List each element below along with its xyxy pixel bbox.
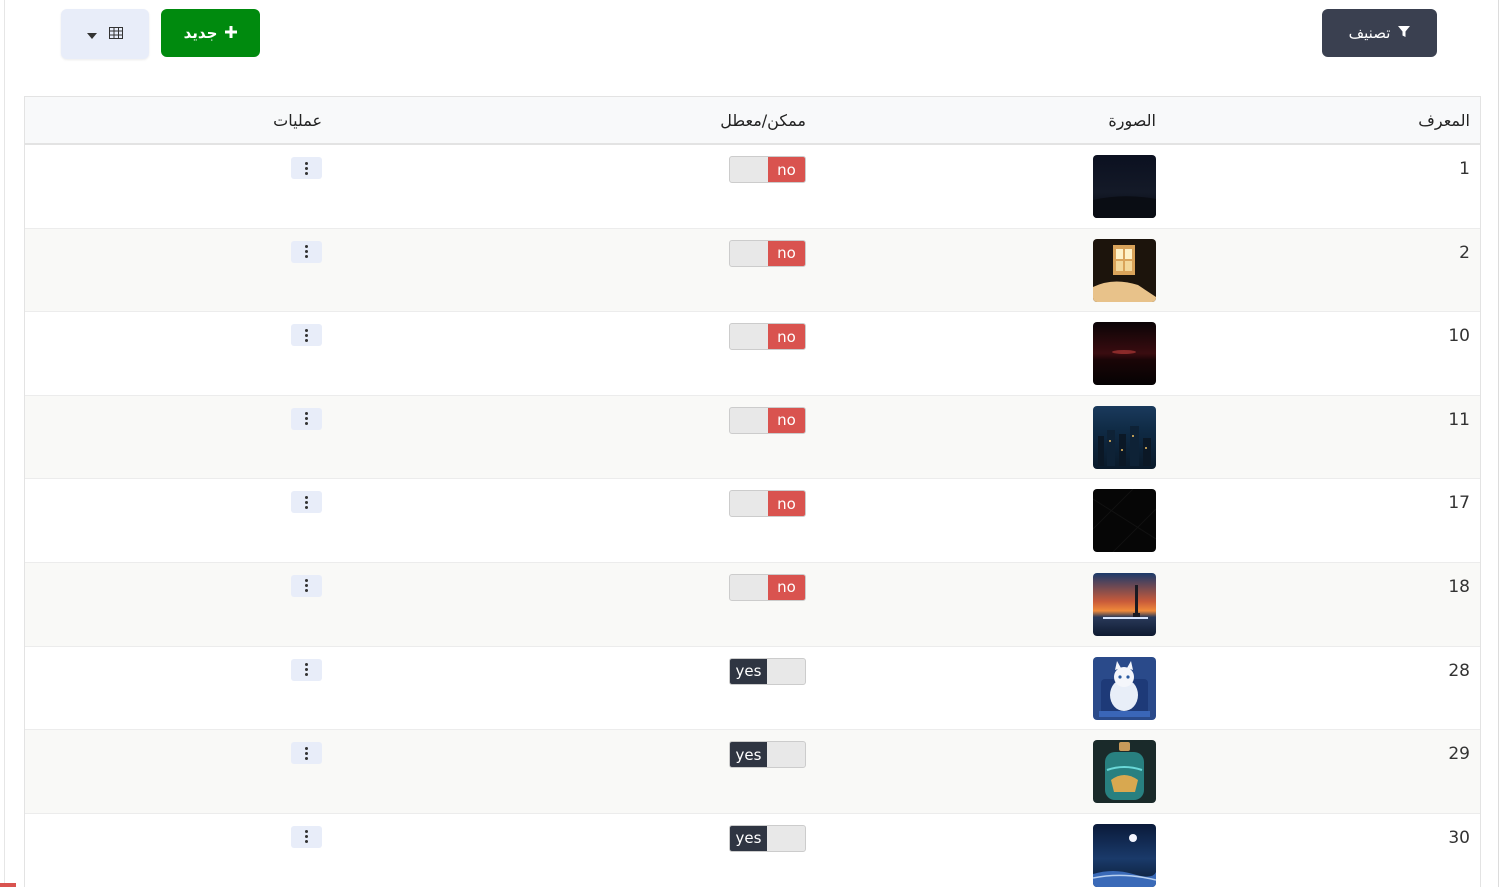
table-row: 1 no xyxy=(25,145,1480,229)
vertical-dots-icon xyxy=(305,328,308,342)
row-image[interactable] xyxy=(1093,405,1156,469)
status-toggle[interactable]: no xyxy=(729,323,806,351)
row-id: 30 xyxy=(1448,827,1470,848)
row-actions-button[interactable] xyxy=(291,407,322,430)
vertical-dots-icon xyxy=(305,830,308,844)
table-row: 17 no xyxy=(25,479,1480,563)
row-actions-button[interactable] xyxy=(291,240,322,263)
status-toggle[interactable]: yes xyxy=(729,741,806,769)
toggle-label: no xyxy=(768,240,805,266)
row-id: 10 xyxy=(1448,326,1470,347)
table-row: 29 yes xyxy=(25,730,1480,814)
scrollbar-track[interactable] xyxy=(1498,0,1511,887)
table-row: 18 no xyxy=(25,562,1480,647)
vertical-dots-icon xyxy=(305,412,308,426)
vertical-dots-icon xyxy=(305,161,308,175)
row-image[interactable] xyxy=(1093,489,1156,553)
new-button[interactable]: جديد xyxy=(161,9,260,57)
row-actions-button[interactable] xyxy=(291,491,322,514)
row-id: 28 xyxy=(1448,660,1470,681)
toggle-label: yes xyxy=(730,658,767,684)
status-toggle[interactable]: no xyxy=(729,156,806,183)
row-image[interactable] xyxy=(1093,572,1156,636)
status-toggle[interactable]: yes xyxy=(729,824,806,852)
vertical-dots-icon xyxy=(305,663,308,677)
funnel-icon xyxy=(1398,24,1411,42)
vertical-dots-icon xyxy=(305,746,308,760)
row-actions-button[interactable] xyxy=(291,742,322,765)
row-actions-button[interactable] xyxy=(291,574,322,597)
row-actions-button[interactable] xyxy=(291,324,322,347)
table-row: 2 no xyxy=(25,228,1480,313)
row-image[interactable] xyxy=(1093,656,1156,720)
filter-button[interactable]: تصنيف xyxy=(1322,9,1437,57)
table-row: 10 no xyxy=(25,312,1480,396)
table-row: 28 yes xyxy=(25,647,1480,731)
header-status[interactable]: ممكن/معطل xyxy=(720,111,806,130)
header-id[interactable]: المعرف xyxy=(1418,111,1470,130)
left-page-edge xyxy=(0,0,5,887)
table-header: المعرف الصورة ممكن/معطل عمليات xyxy=(25,97,1480,145)
new-button-label: جديد xyxy=(183,24,218,42)
row-image[interactable] xyxy=(1093,740,1156,804)
row-id: 18 xyxy=(1448,576,1470,597)
row-id: 1 xyxy=(1459,159,1470,179)
status-toggle[interactable]: no xyxy=(729,490,806,518)
caret-down-icon xyxy=(87,25,97,43)
corner-indicator xyxy=(0,883,16,887)
toggle-label: no xyxy=(768,324,805,350)
table-row: 30 yes xyxy=(25,814,1480,887)
status-toggle[interactable]: no xyxy=(729,573,806,601)
vertical-dots-icon xyxy=(305,245,308,259)
row-image[interactable] xyxy=(1093,322,1156,386)
data-table: المعرف الصورة ممكن/معطل عمليات 1 no 2 no… xyxy=(24,96,1481,887)
row-actions-button[interactable] xyxy=(291,157,322,179)
filter-button-label: تصنيف xyxy=(1348,24,1391,42)
table-icon xyxy=(109,25,123,43)
status-toggle[interactable]: no xyxy=(729,406,806,434)
row-id: 11 xyxy=(1448,409,1470,430)
toggle-label: yes xyxy=(730,742,767,768)
table-row: 11 no xyxy=(25,395,1480,480)
header-image[interactable]: الصورة xyxy=(1108,111,1156,130)
toggle-label: no xyxy=(768,491,805,517)
row-image[interactable] xyxy=(1093,823,1156,887)
status-toggle[interactable]: yes xyxy=(729,657,806,685)
row-actions-button[interactable] xyxy=(291,825,322,848)
toggle-label: yes xyxy=(730,825,767,851)
toggle-label: no xyxy=(768,157,805,182)
row-image[interactable] xyxy=(1093,155,1156,218)
header-operations: عمليات xyxy=(273,111,322,130)
view-toggle-button[interactable] xyxy=(61,9,149,59)
toggle-label: no xyxy=(768,407,805,433)
vertical-dots-icon xyxy=(305,495,308,509)
row-id: 29 xyxy=(1448,744,1470,765)
row-id: 2 xyxy=(1459,242,1470,263)
plus-icon xyxy=(225,24,238,42)
row-id: 17 xyxy=(1448,493,1470,514)
vertical-dots-icon xyxy=(305,579,308,593)
status-toggle[interactable]: no xyxy=(729,239,806,267)
row-actions-button[interactable] xyxy=(291,658,322,681)
toggle-label: no xyxy=(768,574,805,600)
row-image[interactable] xyxy=(1093,238,1156,302)
